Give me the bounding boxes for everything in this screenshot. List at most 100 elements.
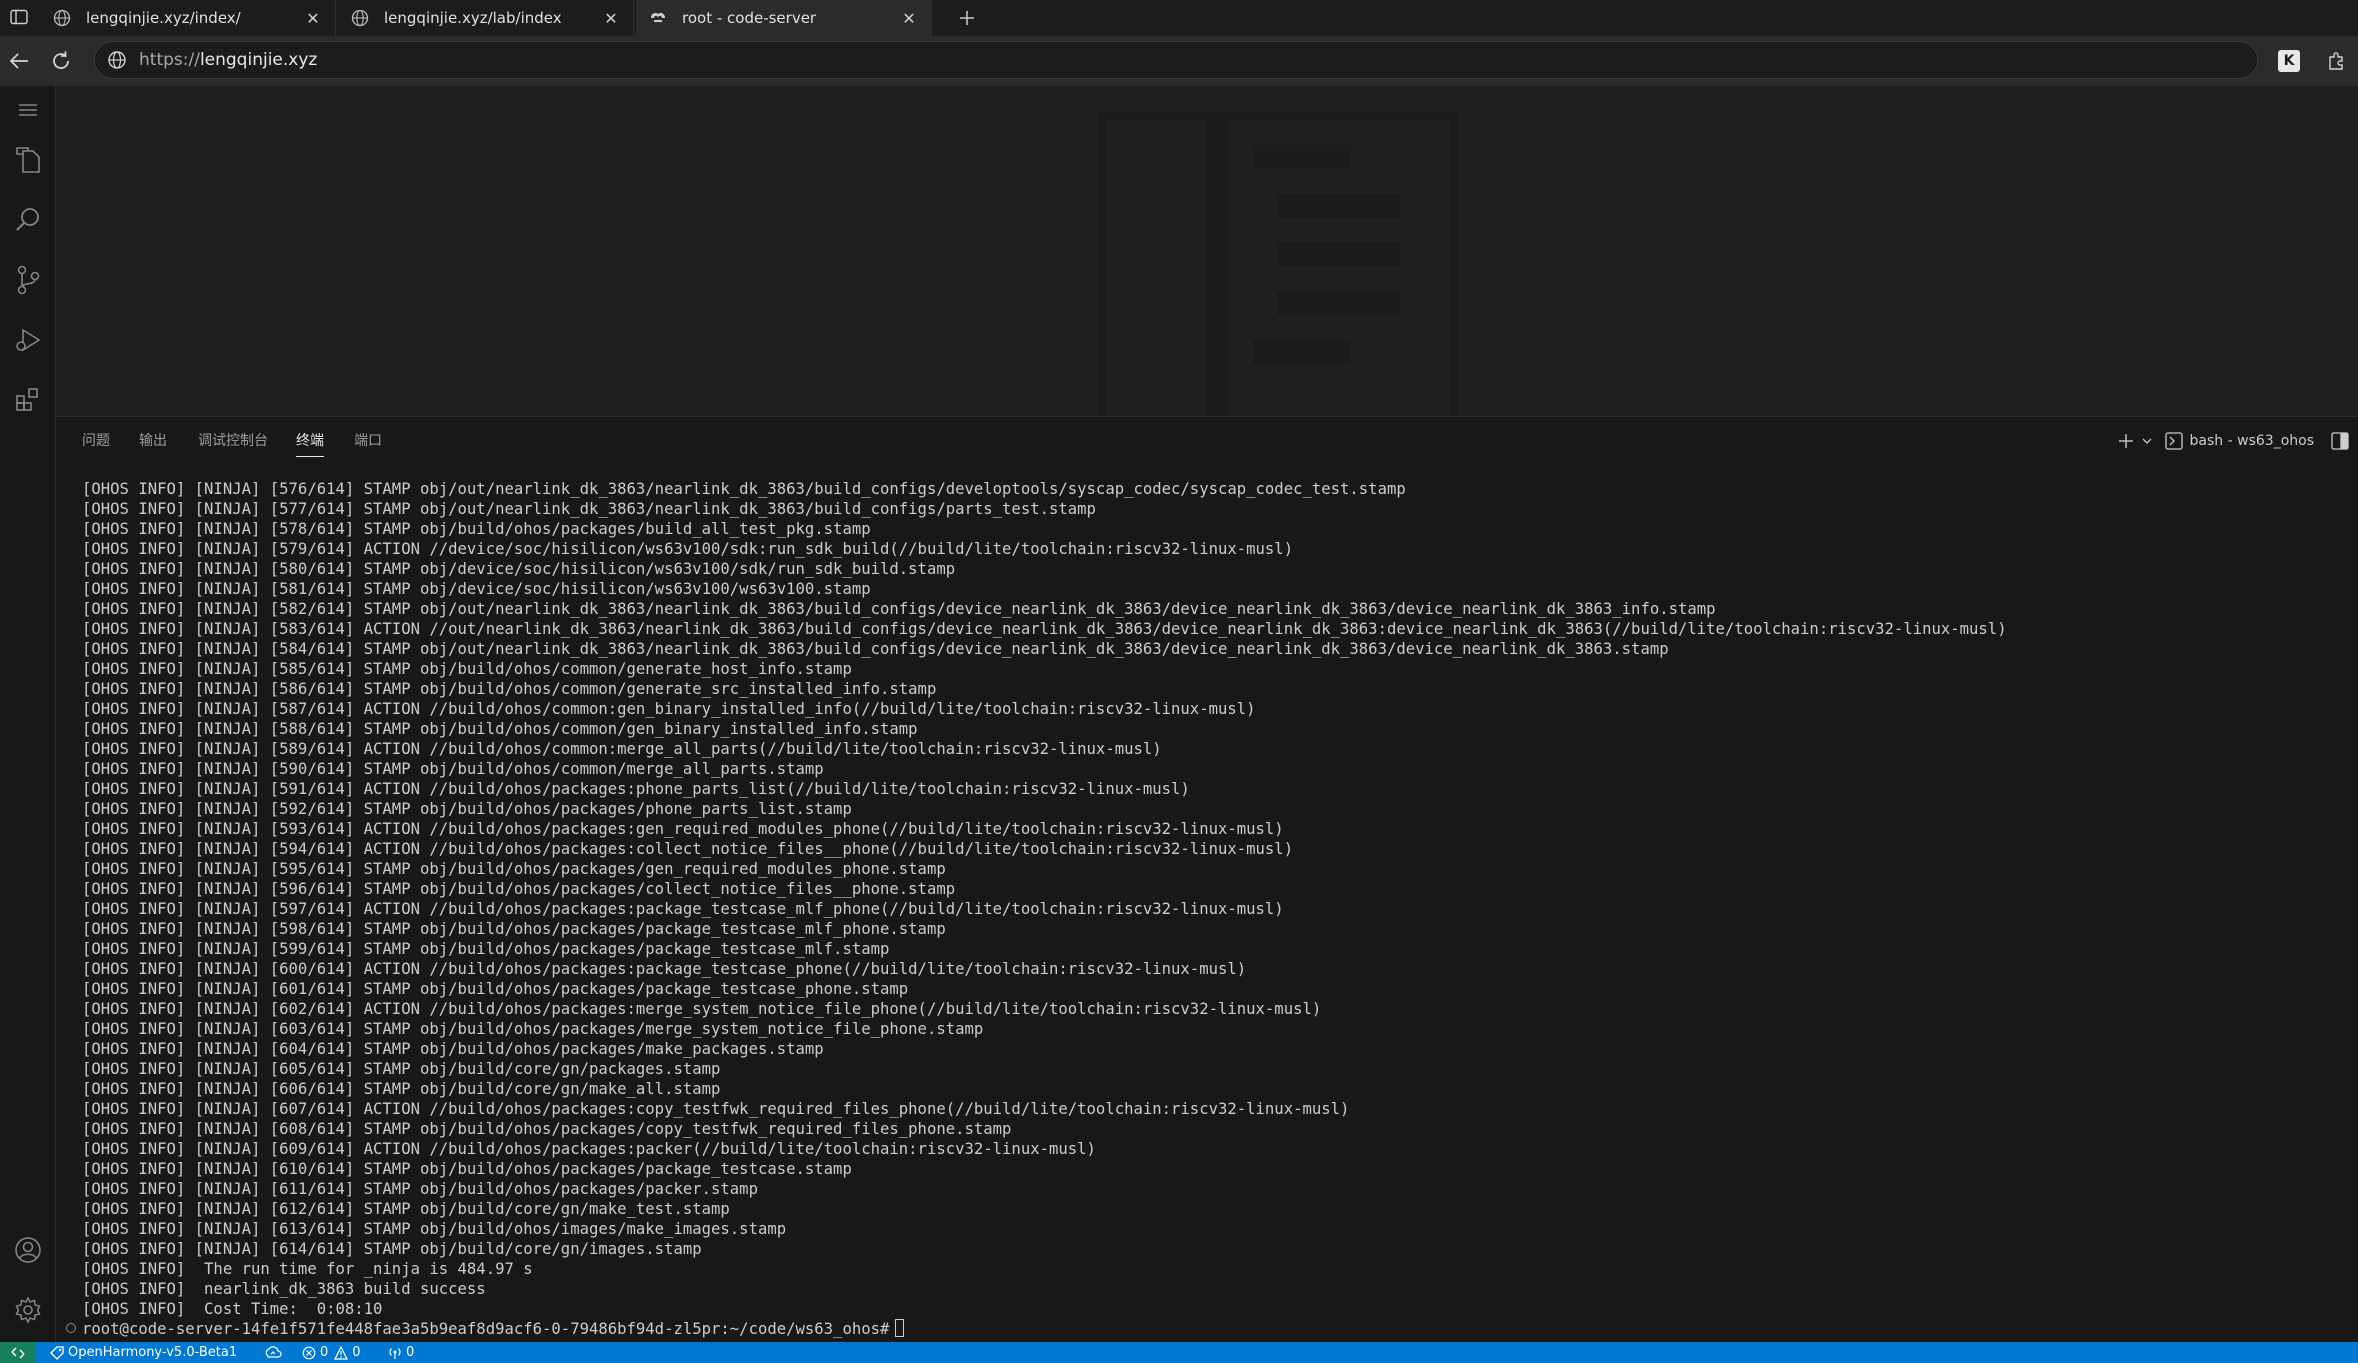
- back-arrow-icon[interactable]: [6, 48, 32, 74]
- tab-output[interactable]: 输出: [139, 430, 167, 456]
- terminal-line: [OHOS INFO] [NINJA] [577/614] STAMP obj/…: [82, 500, 1096, 518]
- terminal-line: [OHOS INFO] [NINJA] [602/614] ACTION //b…: [82, 1000, 1322, 1018]
- tab-title: lengqinjie.xyz/index/: [86, 9, 241, 27]
- terminal-line: [OHOS INFO] [NINJA] [587/614] ACTION //b…: [82, 700, 1256, 718]
- run-debug-icon[interactable]: [0, 316, 56, 364]
- terminal-line: [OHOS INFO] [NINJA] [576/614] STAMP obj/…: [82, 480, 1406, 498]
- terminal-line: [OHOS INFO] [NINJA] [595/614] STAMP obj/…: [82, 860, 946, 878]
- terminal-line: [OHOS INFO] [NINJA] [578/614] STAMP obj/…: [82, 520, 871, 538]
- vscode-watermark-icon: [1098, 112, 1458, 416]
- terminal-name[interactable]: bash - ws63_ohos: [2190, 433, 2314, 449]
- tab-ports[interactable]: 端口: [354, 430, 382, 456]
- source-control-icon[interactable]: [0, 256, 56, 304]
- explorer-files-icon[interactable]: [0, 136, 56, 184]
- terminal-shell-icon: [2162, 429, 2186, 453]
- code-server-icon: [648, 8, 668, 28]
- site-info-icon[interactable]: [105, 48, 129, 72]
- terminal-line: [OHOS INFO] The run time for _ninja is 4…: [82, 1260, 533, 1278]
- split-panel-icon[interactable]: [2328, 429, 2352, 453]
- tab-debug-console[interactable]: 调试控制台: [198, 430, 268, 456]
- terminal-line: [OHOS INFO] [NINJA] [607/614] ACTION //b…: [82, 1100, 1350, 1118]
- warning-count: 0: [352, 1345, 361, 1360]
- terminal-line: [OHOS INFO] [NINJA] [580/614] STAMP obj/…: [82, 560, 956, 578]
- panel-tab-bar: 问题 输出 调试控制台 终端 端口 bash - ws63_ohos: [56, 417, 2358, 467]
- browser-tab-lab[interactable]: lengqinjie.xyz/lab/index ✕: [338, 0, 634, 36]
- extensions-icon[interactable]: [0, 376, 56, 424]
- problems-status[interactable]: 0 0: [302, 1342, 361, 1363]
- ports-status[interactable]: 0: [388, 1342, 414, 1363]
- new-terminal-plus-icon[interactable]: [2114, 429, 2138, 453]
- terminal-line: [OHOS INFO] [NINJA] [609/614] ACTION //b…: [82, 1140, 1096, 1158]
- terminal-line: [OHOS INFO] [NINJA] [612/614] STAMP obj/…: [82, 1200, 730, 1218]
- chevron-down-icon[interactable]: [2140, 429, 2154, 453]
- terminal-line: [OHOS INFO] nearlink_dk_3863 build succe…: [82, 1280, 486, 1298]
- terminal-line: [OHOS INFO] [NINJA] [586/614] STAMP obj/…: [82, 680, 937, 698]
- terminal-cursor: [895, 1319, 905, 1337]
- terminal-line: [OHOS INFO] [NINJA] [603/614] STAMP obj/…: [82, 1020, 984, 1038]
- activity-bar: [0, 86, 56, 1342]
- terminal-line: [OHOS INFO] [NINJA] [592/614] STAMP obj/…: [82, 800, 852, 818]
- terminal-line: [OHOS INFO] [NINJA] [583/614] ACTION //o…: [82, 620, 2007, 638]
- new-tab-icon[interactable]: [952, 4, 982, 32]
- terminal-prompt-line[interactable]: root@code-server-14fe1f571fe448fae3a5b9e…: [66, 1319, 2342, 1339]
- terminal-line: [OHOS INFO] [NINJA] [591/614] ACTION //b…: [82, 780, 1190, 798]
- terminal-line: [OHOS INFO] [NINJA] [596/614] STAMP obj/…: [82, 880, 956, 898]
- close-tab-icon[interactable]: ✕: [601, 8, 621, 28]
- tab-terminal[interactable]: 终端: [296, 430, 324, 457]
- address-bar[interactable]: https://lengqinjie.xyz: [94, 41, 2258, 79]
- accounts-icon[interactable]: [0, 1226, 56, 1274]
- branch-status[interactable]: OpenHarmony-v5.0-Beta1: [50, 1342, 237, 1363]
- warning-icon: [334, 1345, 349, 1360]
- menu-icon[interactable]: [0, 86, 56, 134]
- terminal-prompt: root@code-server-14fe1f571fe448fae3a5b9e…: [82, 1320, 890, 1338]
- status-bar: OpenHarmony-v5.0-Beta1 0 0 0: [0, 1342, 2358, 1363]
- extension-k-icon[interactable]: K: [2278, 50, 2300, 72]
- remote-indicator-icon[interactable]: [0, 1342, 36, 1363]
- reload-icon[interactable]: [48, 48, 74, 74]
- terminal-line: [OHOS INFO] [NINJA] [597/614] ACTION //b…: [82, 900, 1284, 918]
- terminal-line: [OHOS INFO] [NINJA] [585/614] STAMP obj/…: [82, 660, 852, 678]
- terminal-output[interactable]: [OHOS INFO] [NINJA] [576/614] STAMP obj/…: [66, 479, 2342, 1339]
- bottom-panel: 问题 输出 调试控制台 终端 端口 bash - ws63_ohos [OHOS…: [56, 416, 2358, 1343]
- browser-tab-index[interactable]: lengqinjie.xyz/index/ ✕: [40, 0, 336, 36]
- branch-name: OpenHarmony-v5.0-Beta1: [68, 1345, 238, 1360]
- tab-title: root - code-server: [682, 9, 817, 27]
- tab-title: lengqinjie.xyz/lab/index: [384, 9, 562, 27]
- tab-actions-icon[interactable]: [8, 6, 30, 28]
- terminal-line: [OHOS INFO] [NINJA] [579/614] ACTION //d…: [82, 540, 1294, 558]
- extension-puzzle-icon[interactable]: [2324, 49, 2348, 73]
- terminal-line: [OHOS INFO] [NINJA] [581/614] STAMP obj/…: [82, 580, 871, 598]
- ports-count: 0: [406, 1345, 415, 1360]
- url-scheme: https://: [139, 50, 200, 70]
- browser-tab-code-server[interactable]: root - code-server ✕: [636, 0, 932, 36]
- terminal-line: [OHOS INFO] [NINJA] [584/614] STAMP obj/…: [82, 640, 1669, 658]
- terminal-line: [OHOS INFO] [NINJA] [605/614] STAMP obj/…: [82, 1060, 721, 1078]
- browser-toolbar: https://lengqinjie.xyz K: [0, 36, 2358, 86]
- settings-gear-icon[interactable]: [0, 1286, 56, 1334]
- url-host: lengqinjie.xyz: [199, 50, 318, 70]
- terminal-line: [OHOS INFO] [NINJA] [589/614] ACTION //b…: [82, 740, 1162, 758]
- terminal-line: [OHOS INFO] [NINJA] [610/614] STAMP obj/…: [82, 1160, 852, 1178]
- terminal-line: [OHOS INFO] [NINJA] [593/614] ACTION //b…: [82, 820, 1284, 838]
- search-icon[interactable]: [0, 196, 56, 244]
- terminal-line: [OHOS INFO] Cost Time: 0:08:10: [82, 1300, 383, 1318]
- terminal-line: [OHOS INFO] [NINJA] [588/614] STAMP obj/…: [82, 720, 918, 738]
- terminal-line: [OHOS INFO] [NINJA] [613/614] STAMP obj/…: [82, 1220, 787, 1238]
- close-tab-icon[interactable]: ✕: [303, 8, 323, 28]
- command-decoration-icon[interactable]: [66, 1323, 76, 1333]
- globe-icon: [52, 8, 72, 28]
- tab-problems[interactable]: 问题: [82, 430, 110, 456]
- terminal-line: [OHOS INFO] [NINJA] [608/614] STAMP obj/…: [82, 1120, 1012, 1138]
- terminal-line: [OHOS INFO] [NINJA] [604/614] STAMP obj/…: [82, 1040, 824, 1058]
- terminal-line: [OHOS INFO] [NINJA] [601/614] STAMP obj/…: [82, 980, 909, 998]
- panel-actions: bash - ws63_ohos: [2112, 427, 2358, 455]
- terminal-line: [OHOS INFO] [NINJA] [606/614] STAMP obj/…: [82, 1080, 721, 1098]
- browser-tab-strip: lengqinjie.xyz/index/ ✕ lengqinjie.xyz/l…: [0, 0, 2358, 36]
- url-text[interactable]: https://lengqinjie.xyz: [139, 50, 317, 70]
- terminal-line: [OHOS INFO] [NINJA] [599/614] STAMP obj/…: [82, 940, 890, 958]
- terminal-line: [OHOS INFO] [NINJA] [590/614] STAMP obj/…: [82, 760, 824, 778]
- terminal-line: [OHOS INFO] [NINJA] [614/614] STAMP obj/…: [82, 1240, 702, 1258]
- sync-status-icon[interactable]: [264, 1342, 286, 1363]
- close-tab-icon[interactable]: ✕: [899, 8, 919, 28]
- error-count: 0: [320, 1345, 329, 1360]
